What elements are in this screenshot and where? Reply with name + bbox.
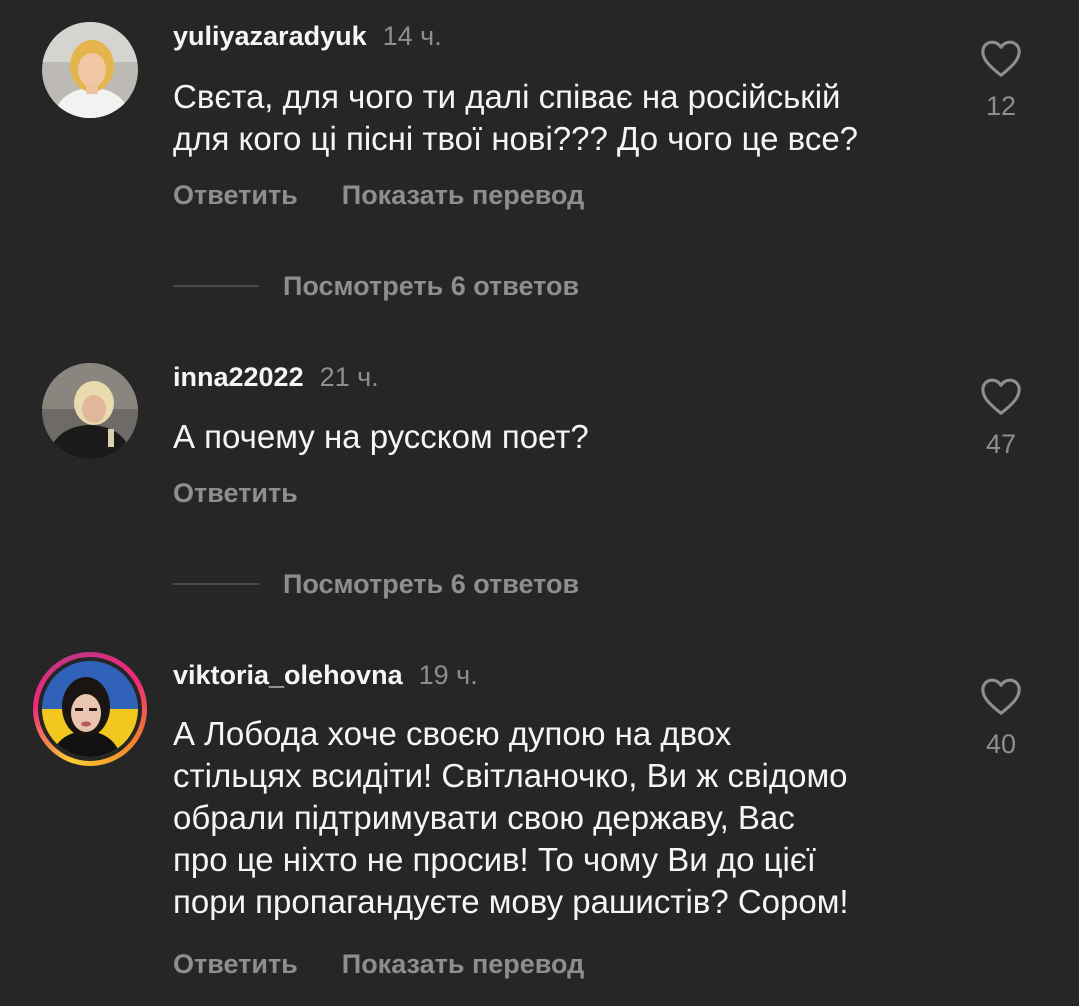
view-replies-button[interactable]: Посмотреть 6 ответов xyxy=(173,270,579,302)
view-replies-button[interactable]: Посмотреть 6 ответов xyxy=(173,568,579,600)
like-control: 40 xyxy=(970,676,1032,760)
comment-actions: Ответить Показать перевод xyxy=(173,179,584,211)
heart-outline-icon[interactable] xyxy=(970,676,1032,716)
view-replies-label: Посмотреть 6 ответов xyxy=(283,569,580,599)
divider-line xyxy=(173,285,259,287)
like-count: 40 xyxy=(985,729,1017,759)
avatar[interactable] xyxy=(42,22,138,118)
comment-text: А Лобода хоче своєю дупою на двох стільц… xyxy=(173,715,849,920)
view-replies-label: Посмотреть 6 ответов xyxy=(283,271,580,301)
timestamp: 19 ч. xyxy=(418,660,478,690)
like-count: 47 xyxy=(985,429,1017,459)
timestamp: 14 ч. xyxy=(382,21,442,51)
reply-button[interactable]: Ответить xyxy=(173,180,298,210)
show-translation-button[interactable]: Показать перевод xyxy=(342,949,585,979)
reply-button[interactable]: Ответить xyxy=(173,949,298,979)
divider-line xyxy=(173,583,259,585)
reply-button[interactable]: Ответить xyxy=(173,478,298,508)
comment-header: inna22022 21 ч. xyxy=(173,361,379,393)
like-control: 12 xyxy=(970,38,1032,122)
heart-outline-icon[interactable] xyxy=(970,38,1032,78)
like-count: 12 xyxy=(985,91,1017,121)
show-translation-button[interactable]: Показать перевод xyxy=(342,180,585,210)
comment-header: viktoria_olehovna 19 ч. xyxy=(173,659,478,691)
like-control: 47 xyxy=(970,376,1032,460)
story-ring[interactable] xyxy=(33,652,147,766)
comment-actions: Ответить Показать перевод xyxy=(173,948,584,980)
username[interactable]: viktoria_olehovna xyxy=(173,660,403,690)
comment-actions: Ответить xyxy=(173,477,298,509)
avatar[interactable] xyxy=(42,363,138,459)
timestamp: 21 ч. xyxy=(319,362,379,392)
comment-text: Свєта, для чого ти далі співає на російс… xyxy=(173,78,859,157)
avatar xyxy=(42,661,138,757)
heart-outline-icon[interactable] xyxy=(970,376,1032,416)
comment-text: А почему на русском поет? xyxy=(173,418,589,455)
comment-header: yuliyazaradyuk 14 ч. xyxy=(173,20,442,52)
username[interactable]: inna22022 xyxy=(173,362,304,392)
username[interactable]: yuliyazaradyuk xyxy=(173,21,367,51)
